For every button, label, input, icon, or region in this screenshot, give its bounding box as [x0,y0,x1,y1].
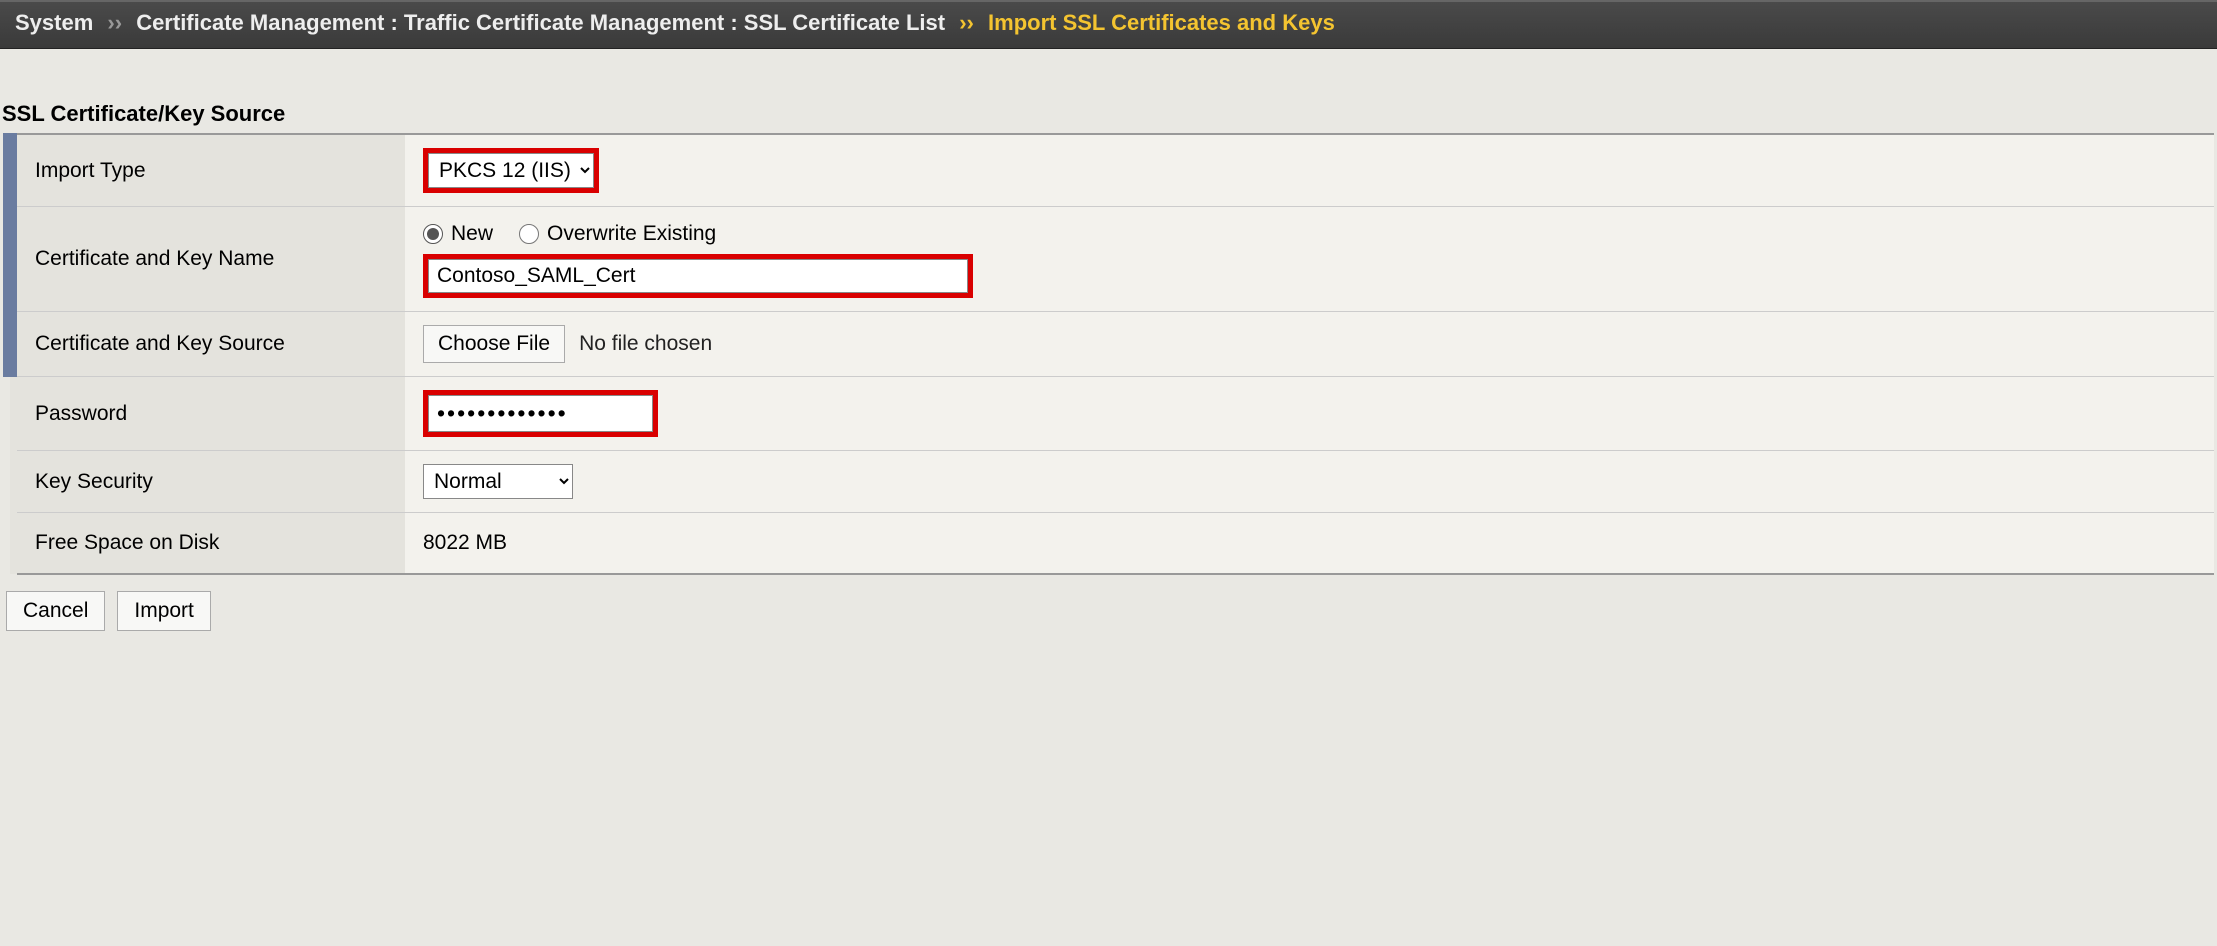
highlight-cert-name [423,254,973,298]
row-cert-key-source: Certificate and Key Source Choose File N… [10,312,2214,377]
key-security-select[interactable]: Normal [423,464,573,499]
label-free-space: Free Space on Disk [10,513,405,575]
section-title: SSL Certificate/Key Source [0,49,2217,133]
row-key-security: Key Security Normal [10,451,2214,513]
radio-new[interactable] [423,224,443,244]
breadcrumb-item-system[interactable]: System [15,10,93,35]
button-bar: Cancel Import [0,575,2217,647]
radio-new-label: New [451,222,493,246]
label-import-type: Import Type [10,134,405,207]
label-cert-key-source: Certificate and Key Source [10,312,405,377]
label-password: Password [10,377,405,451]
label-key-security: Key Security [10,451,405,513]
form-table: Import Type PKCS 12 (IIS) Certificate an… [3,133,2214,575]
breadcrumb-separator: ›› [99,10,130,35]
label-cert-key-name: Certificate and Key Name [10,207,405,312]
import-button[interactable]: Import [117,591,211,631]
value-free-space: 8022 MB [405,513,2214,575]
password-input[interactable] [428,395,653,432]
radio-overwrite[interactable] [519,224,539,244]
cancel-button[interactable]: Cancel [6,591,105,631]
highlight-password [423,390,658,437]
cert-name-radio-group: New Overwrite Existing [423,222,2196,246]
import-type-select[interactable]: PKCS 12 (IIS) [428,153,594,188]
row-import-type: Import Type PKCS 12 (IIS) [10,134,2214,207]
row-cert-key-name: Certificate and Key Name New Overwrite E… [10,207,2214,312]
file-status-text: No file chosen [579,332,712,356]
breadcrumb: System ›› Certificate Management : Traff… [0,0,2217,49]
choose-file-button[interactable]: Choose File [423,325,565,363]
cert-name-input[interactable] [428,259,968,293]
breadcrumb-separator: ›› [951,10,982,35]
radio-overwrite-label: Overwrite Existing [547,222,716,246]
row-password: Password [10,377,2214,451]
breadcrumb-item-path[interactable]: Certificate Management : Traffic Certifi… [136,10,945,35]
breadcrumb-item-current: Import SSL Certificates and Keys [988,10,1335,35]
highlight-import-type: PKCS 12 (IIS) [423,148,599,193]
row-free-space: Free Space on Disk 8022 MB [10,513,2214,575]
